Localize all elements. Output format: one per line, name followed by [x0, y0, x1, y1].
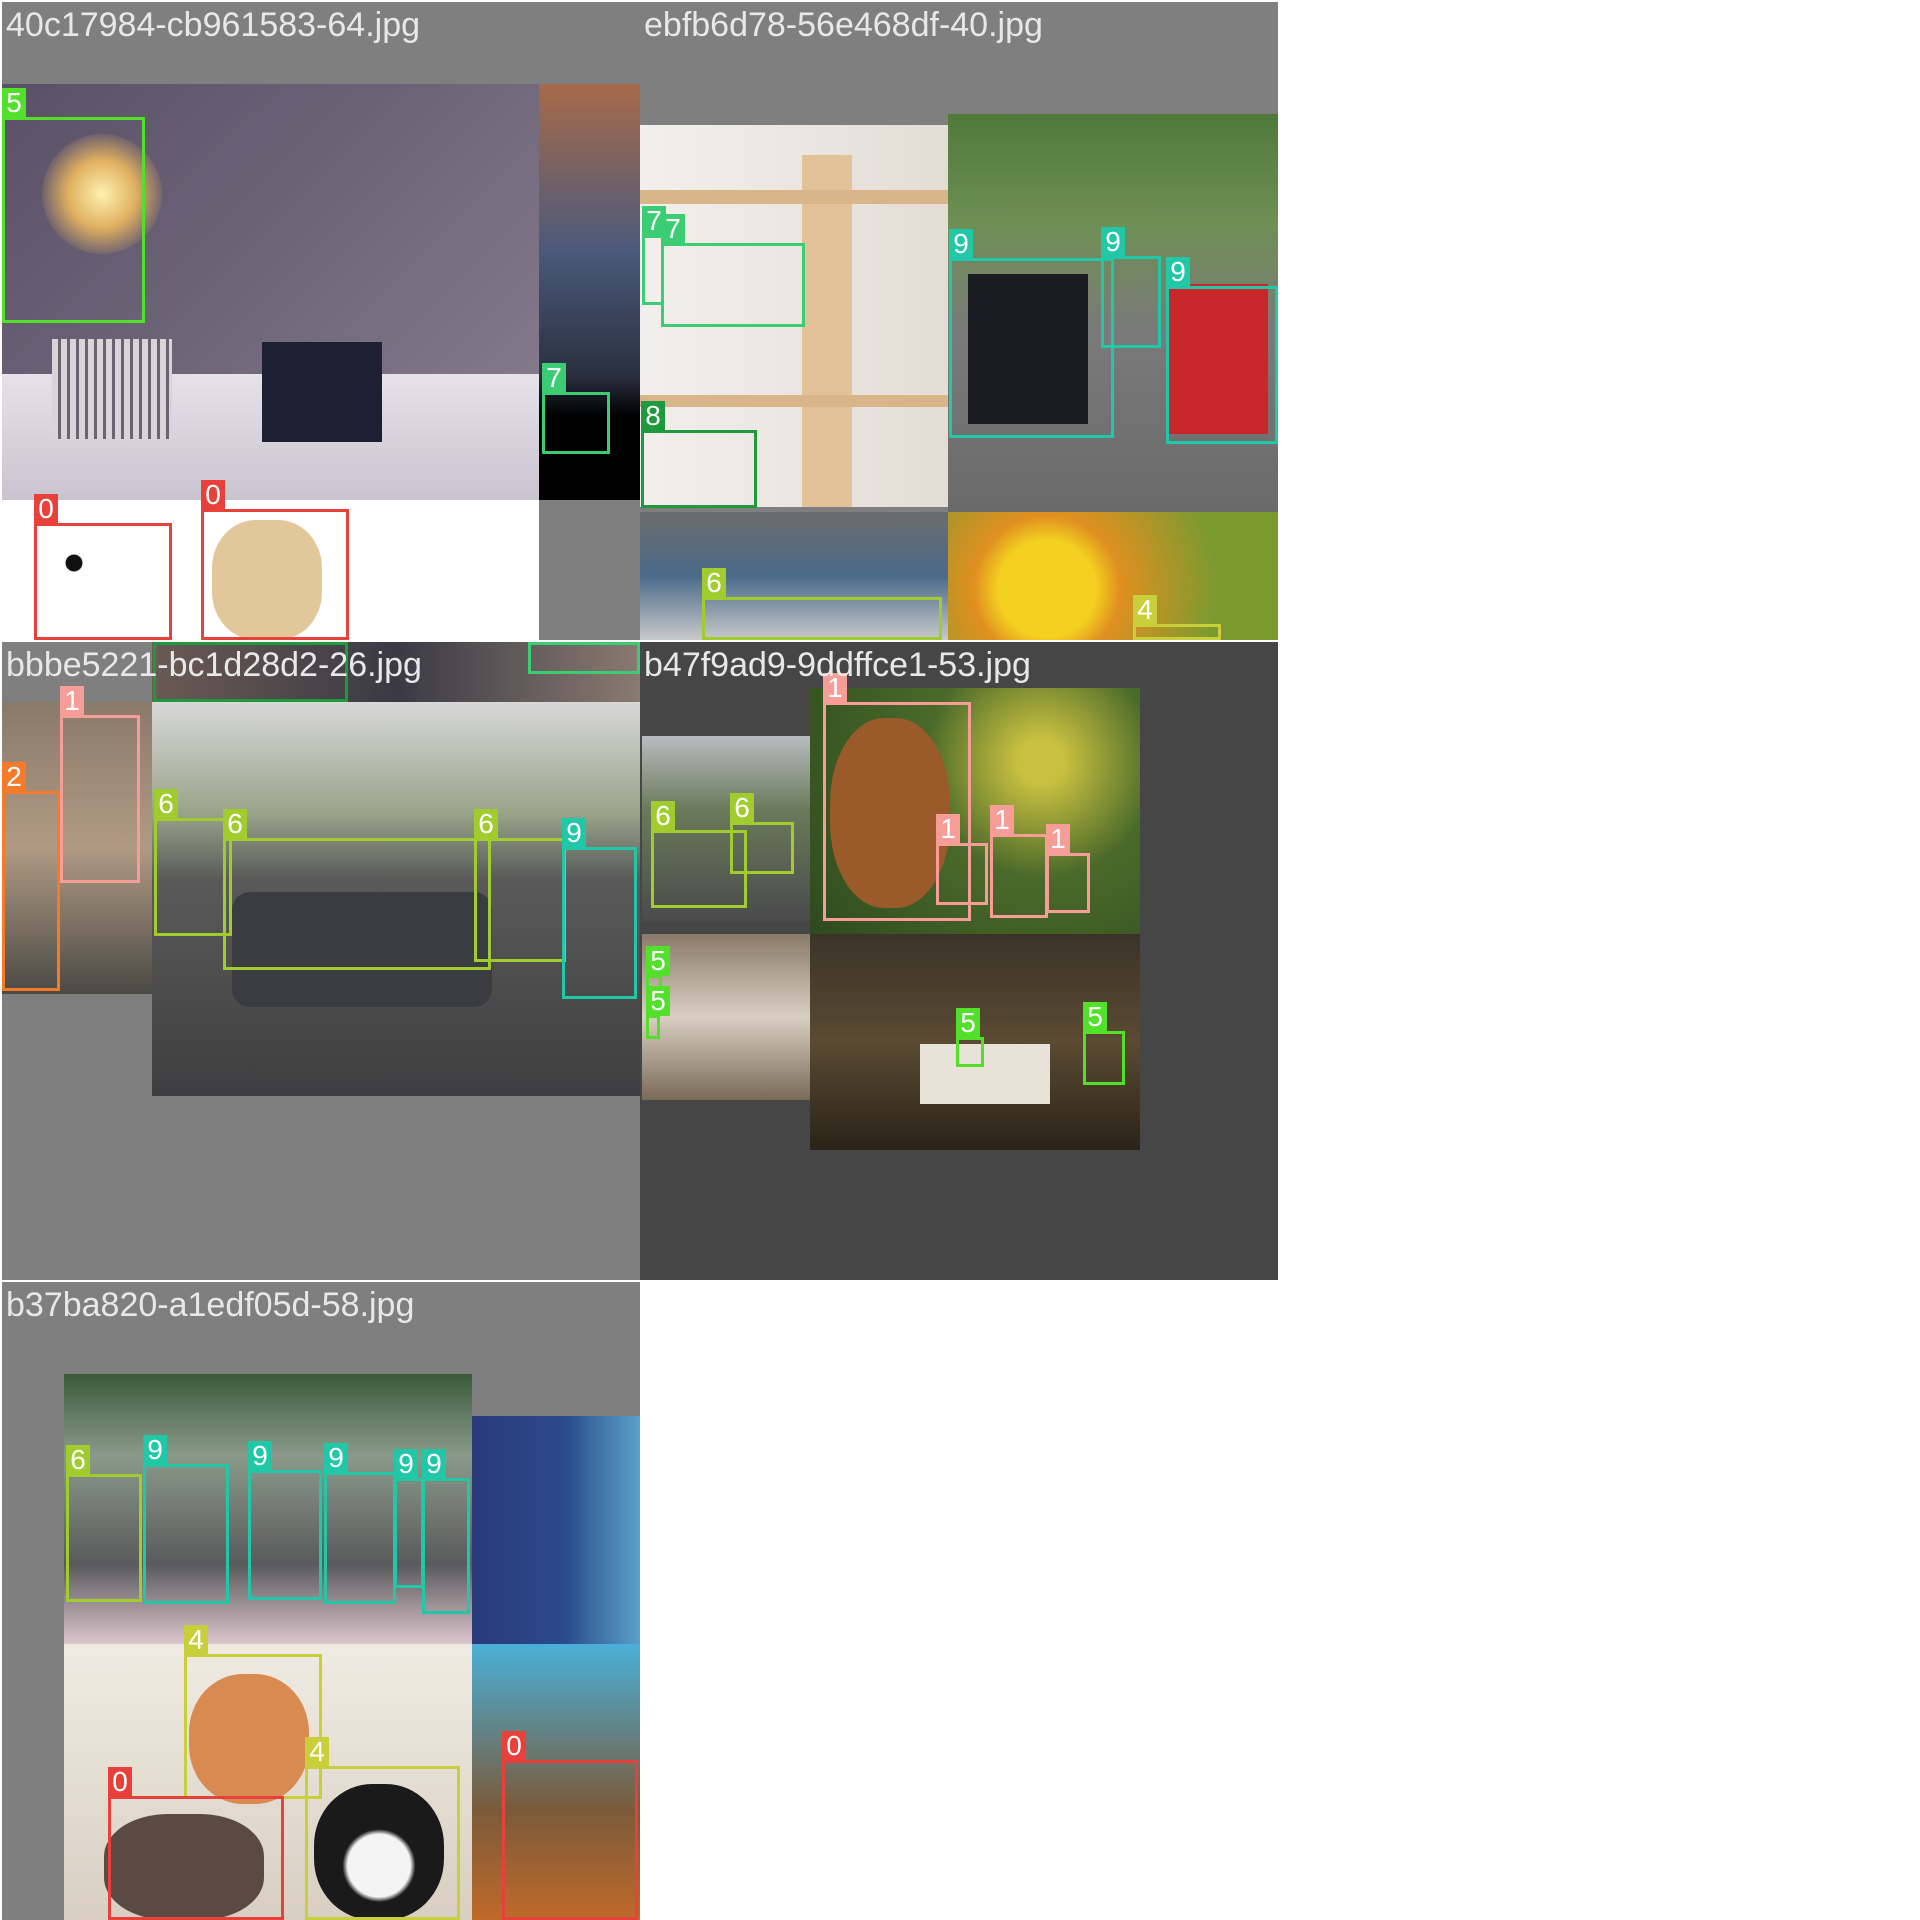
bbox-label: 6: [730, 793, 754, 823]
bbox-label: 9: [248, 1441, 272, 1471]
tile-title: b47f9ad9-9ddffce1-53.jpg: [644, 646, 1031, 684]
shoe-shop-photo: [472, 1416, 640, 1644]
bbox-label: 9: [422, 1449, 446, 1479]
bbox-lamp-2: 5: [646, 986, 670, 1039]
bbox-label: 9: [1166, 257, 1190, 287]
tile-title: b37ba820-a1edf05d-58.jpg: [6, 1286, 415, 1324]
bbox-label: 8: [153, 642, 177, 643]
bbox-sandals: 7: [542, 363, 610, 454]
bbox-cat-edge: 4: [1133, 595, 1221, 640]
bbox-bw-cat: 4: [305, 1737, 460, 1920]
bbox-shoes: 8: [641, 401, 757, 508]
white-bed: [920, 1044, 1050, 1104]
bbox-car-far: 6: [730, 793, 794, 874]
bbox-rider-1: 9: [949, 229, 1114, 438]
bbox-label: 4: [305, 1737, 329, 1767]
bbox-golden: 0: [201, 480, 349, 640]
bbox-chick-2: 1: [990, 805, 1048, 918]
bbox-scooter-2: 9: [248, 1441, 322, 1600]
mosaic-tile-5: b37ba820-a1edf05d-58.jpg 6 9 9 9 9 9 4 4…: [2, 1282, 640, 1920]
bbox-sandal-top: 7: [528, 642, 640, 674]
bbox-label: 6: [66, 1445, 90, 1475]
pillow-striped: [52, 339, 172, 439]
bbox-chicken: 1: [60, 686, 140, 883]
rack-peg-2: [640, 395, 948, 407]
bbox-scooter: 9: [562, 818, 637, 999]
bbox-scooter-5: 9: [422, 1449, 470, 1614]
bbox-car-right: 6: [474, 809, 566, 962]
bbox-slippers: 7: [661, 214, 805, 327]
bbox-scooter-1: 9: [143, 1435, 229, 1604]
bbox-car-left: 6: [154, 789, 232, 936]
bbox-label: 9: [394, 1449, 418, 1479]
bbox-rider-3: 9: [1166, 257, 1278, 444]
bbox-lamp: 5: [2, 88, 145, 323]
bbox-street-car: 6: [66, 1445, 142, 1602]
bbox-label: 0: [108, 1767, 132, 1797]
bbox-label: 4: [1133, 595, 1157, 625]
bbox-label: 0: [201, 480, 225, 510]
bbox-spaniel: 0: [502, 1731, 638, 1920]
bbox-label: 5: [646, 946, 670, 976]
bbox-lamp-4: 5: [1083, 1002, 1125, 1085]
tile-title: 40c17984-cb961583-64.jpg: [6, 6, 421, 44]
mosaic-tile-3: bbbe5221-bc1d28d2-26.jpg 8 7 1 2 6 6 6 9: [2, 642, 640, 1280]
bbox-dalmatian: 0: [34, 494, 172, 640]
bbox-label: 1: [936, 814, 960, 844]
bbox-label: 5: [1083, 1002, 1107, 1032]
bbox-chick-3: 1: [1046, 824, 1090, 913]
bbox-label: 1: [990, 805, 1014, 835]
bbox-label: 1: [1046, 824, 1070, 854]
mosaic-tile-1: 40c17984-cb961583-64.jpg 5 0 0 7: [2, 2, 640, 640]
bbox-label: 1: [60, 686, 84, 716]
mosaic-tile-4: b47f9ad9-9ddffce1-53.jpg 1 1 1 1 6 6 5 5…: [640, 642, 1278, 1280]
bbox-label: 9: [324, 1443, 348, 1473]
bbox-car: 6: [702, 568, 942, 640]
bbox-car-center: 6: [223, 809, 491, 970]
bbox-label: 9: [1101, 227, 1125, 257]
tile-title: ebfb6d78-56e468df-40.jpg: [644, 6, 1043, 44]
bbox-label: 6: [474, 809, 498, 839]
rack-pole: [802, 155, 852, 507]
bbox-lamp-3: 5: [956, 1008, 984, 1067]
flowers-photo: [948, 512, 1278, 640]
bbox-orange-cat: 4: [184, 1625, 322, 1799]
bbox-label: 0: [502, 1731, 526, 1761]
bbox-label: 0: [34, 494, 58, 524]
mosaic-tile-2: ebfb6d78-56e468df-40.jpg 7 7 8 9 9 9 6 4: [640, 2, 1278, 640]
bbox-label: 6: [702, 568, 726, 598]
bbox-label: 7: [661, 214, 685, 244]
bbox-label: 5: [2, 88, 26, 118]
bbox-label: 2: [2, 762, 26, 792]
bbox-label: 9: [143, 1435, 167, 1465]
rack-peg-1: [640, 190, 948, 204]
tile-title: bbbe5221-bc1d28d2-26.jpg: [6, 646, 422, 684]
bbox-scooter-3: 9: [324, 1443, 396, 1604]
pillow-dark: [262, 342, 382, 442]
bbox-label: 8: [641, 401, 665, 431]
bbox-label: 7: [542, 363, 566, 393]
bbox-label: 7: [528, 642, 552, 643]
bbox-label: 9: [949, 229, 973, 259]
bbox-label: 6: [154, 789, 178, 819]
bbox-label: 6: [223, 809, 247, 839]
bbox-label: 5: [956, 1008, 980, 1038]
bbox-rider-2: 9: [1101, 227, 1161, 348]
bbox-label: 9: [562, 818, 586, 848]
bbox-label: 4: [184, 1625, 208, 1655]
bbox-duck: 2: [2, 762, 60, 991]
bbox-label: 5: [646, 986, 670, 1016]
bbox-scooter-4: 9: [394, 1449, 424, 1588]
bbox-chick-1: 1: [936, 814, 988, 905]
bbox-label: 6: [651, 801, 675, 831]
bbox-aussie: 0: [108, 1767, 284, 1920]
